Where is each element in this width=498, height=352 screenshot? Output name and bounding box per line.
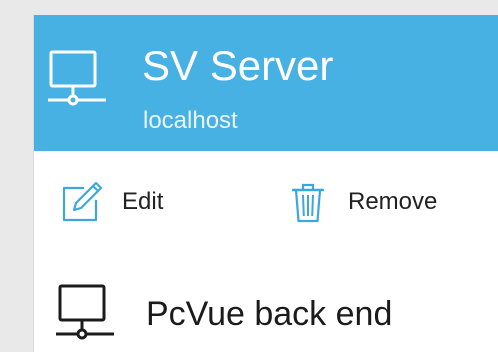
server-network-icon [48, 50, 106, 106]
remove-button[interactable]: Remove [286, 177, 437, 227]
backend-item[interactable]: PcVue back end [54, 283, 392, 345]
backend-label: PcVue back end [146, 294, 393, 333]
server-host: localhost [143, 107, 238, 134]
edit-pencil-icon [62, 181, 103, 222]
edit-button[interactable]: Edit [60, 177, 163, 227]
server-header[interactable]: SV Server localhost [34, 15, 498, 151]
server-panel: SV Server localhost Edit Remove PcVue ba… [33, 15, 498, 352]
edit-label: Edit [122, 188, 164, 215]
monitor-network-icon [56, 284, 114, 340]
remove-label: Remove [348, 188, 438, 215]
trash-icon [292, 183, 324, 223]
server-title: SV Server [142, 42, 334, 89]
